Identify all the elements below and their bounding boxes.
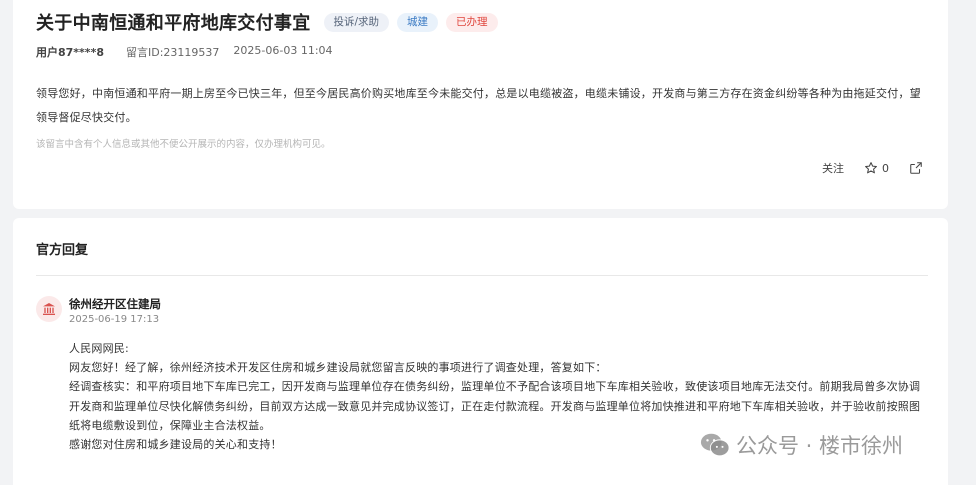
reply-time: 2025-06-19 17:13 [69, 314, 160, 325]
category-tag[interactable]: 投诉/求助 [323, 12, 390, 32]
status-badge: 已办理 [446, 12, 498, 32]
star-icon [865, 162, 877, 174]
government-building-icon [43, 303, 55, 315]
like-count: 0 [882, 161, 889, 175]
privacy-note: 该留言中含有个人信息或其他不便公开展示的内容，仅办理机构可见。 [36, 139, 331, 150]
watermark-text: 公众号 · 楼市徐州 [736, 434, 904, 458]
tag-list: 投诉/求助 城建 已办理 [323, 12, 498, 32]
message-meta: 用户87****8 留言ID:23119537 2025-06-03 11:04 [36, 44, 333, 60]
reply-paragraph: 经调查核实：和平府项目地下车库已完工，因开发商与监理单位存在债务纠纷，监理单位不… [69, 380, 921, 432]
domain-tag[interactable]: 城建 [397, 12, 439, 32]
message-card: 关于中南恒通和平府地库交付事宜 投诉/求助 城建 已办理 用户87****8 留… [13, 0, 948, 209]
message-time: 2025-06-03 11:04 [233, 44, 333, 57]
message-actions: 关注 0 [822, 160, 923, 176]
share-icon[interactable] [909, 161, 923, 175]
message-body: 领导您好，中南恒通和平府一期上房至今已快三年，但至今居民高价购买地库至今未能交付… [36, 87, 921, 124]
title-row: 关于中南恒通和平府地库交付事宜 投诉/求助 城建 已办理 [36, 9, 498, 35]
message-id: 留言ID:23119537 [125, 46, 220, 59]
follow-button[interactable]: 关注 [822, 160, 844, 176]
wechat-icon [700, 433, 730, 457]
department-avatar [36, 296, 62, 322]
reply-paragraph: 网友您好！经了解，徐州经济技术开发区住房和城乡建设局就您留言反映的事项进行了调查… [69, 361, 607, 375]
divider [36, 275, 928, 276]
department-name: 徐州经开区住建局 [69, 297, 161, 311]
message-title: 关于中南恒通和平府地库交付事宜 [36, 13, 311, 34]
reply-heading: 官方回复 [36, 243, 89, 258]
watermark: 公众号 · 楼市徐州 [700, 430, 903, 460]
reply-paragraph: 人民网网民: [69, 342, 129, 355]
user-name: 用户87****8 [36, 46, 104, 59]
like-button[interactable]: 0 [864, 161, 889, 175]
